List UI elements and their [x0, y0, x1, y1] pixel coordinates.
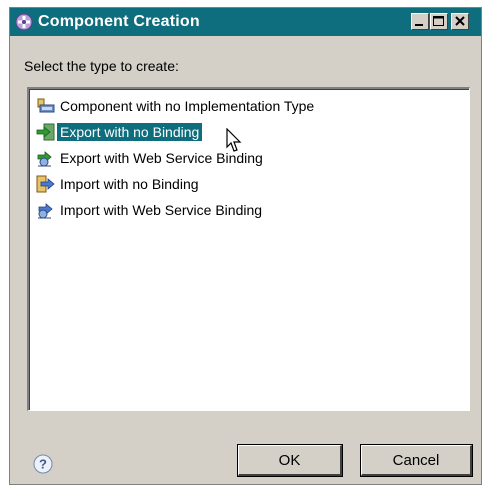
cancel-button[interactable]: Cancel [360, 444, 473, 477]
close-button[interactable] [451, 13, 469, 30]
import-icon [36, 175, 55, 193]
ok-button[interactable]: OK [237, 444, 343, 477]
component-creation-icon [15, 13, 33, 31]
select-type-label: Select the type to create: [24, 58, 179, 74]
title-bar[interactable]: Component Creation [10, 8, 481, 36]
maximize-icon [433, 16, 444, 26]
mouse-pointer-icon [226, 128, 242, 152]
list-item-import-no-binding[interactable]: Import with no Binding [35, 174, 202, 194]
window-title: Component Creation [38, 13, 200, 30]
component-creation-dialog: Component Creation Select the type to cr… [9, 7, 482, 485]
help-icon[interactable]: ? [33, 454, 53, 474]
maximize-button[interactable] [430, 13, 448, 30]
list-item-component[interactable]: Component with no Implementation Type [35, 96, 317, 116]
list-item-import-web-service[interactable]: Import with Web Service Binding [35, 200, 265, 220]
minimize-icon [415, 24, 423, 26]
close-icon [455, 16, 465, 26]
type-list[interactable]: Component with no Implementation Type Ex… [27, 87, 470, 411]
import-web-service-icon [38, 203, 53, 219]
minimize-button[interactable] [411, 13, 429, 30]
list-item-export-no-binding[interactable]: Export with no Binding [35, 122, 203, 142]
export-icon [36, 123, 55, 141]
export-web-service-icon [37, 151, 52, 167]
component-icon [37, 98, 55, 113]
svg-text:?: ? [39, 457, 47, 472]
